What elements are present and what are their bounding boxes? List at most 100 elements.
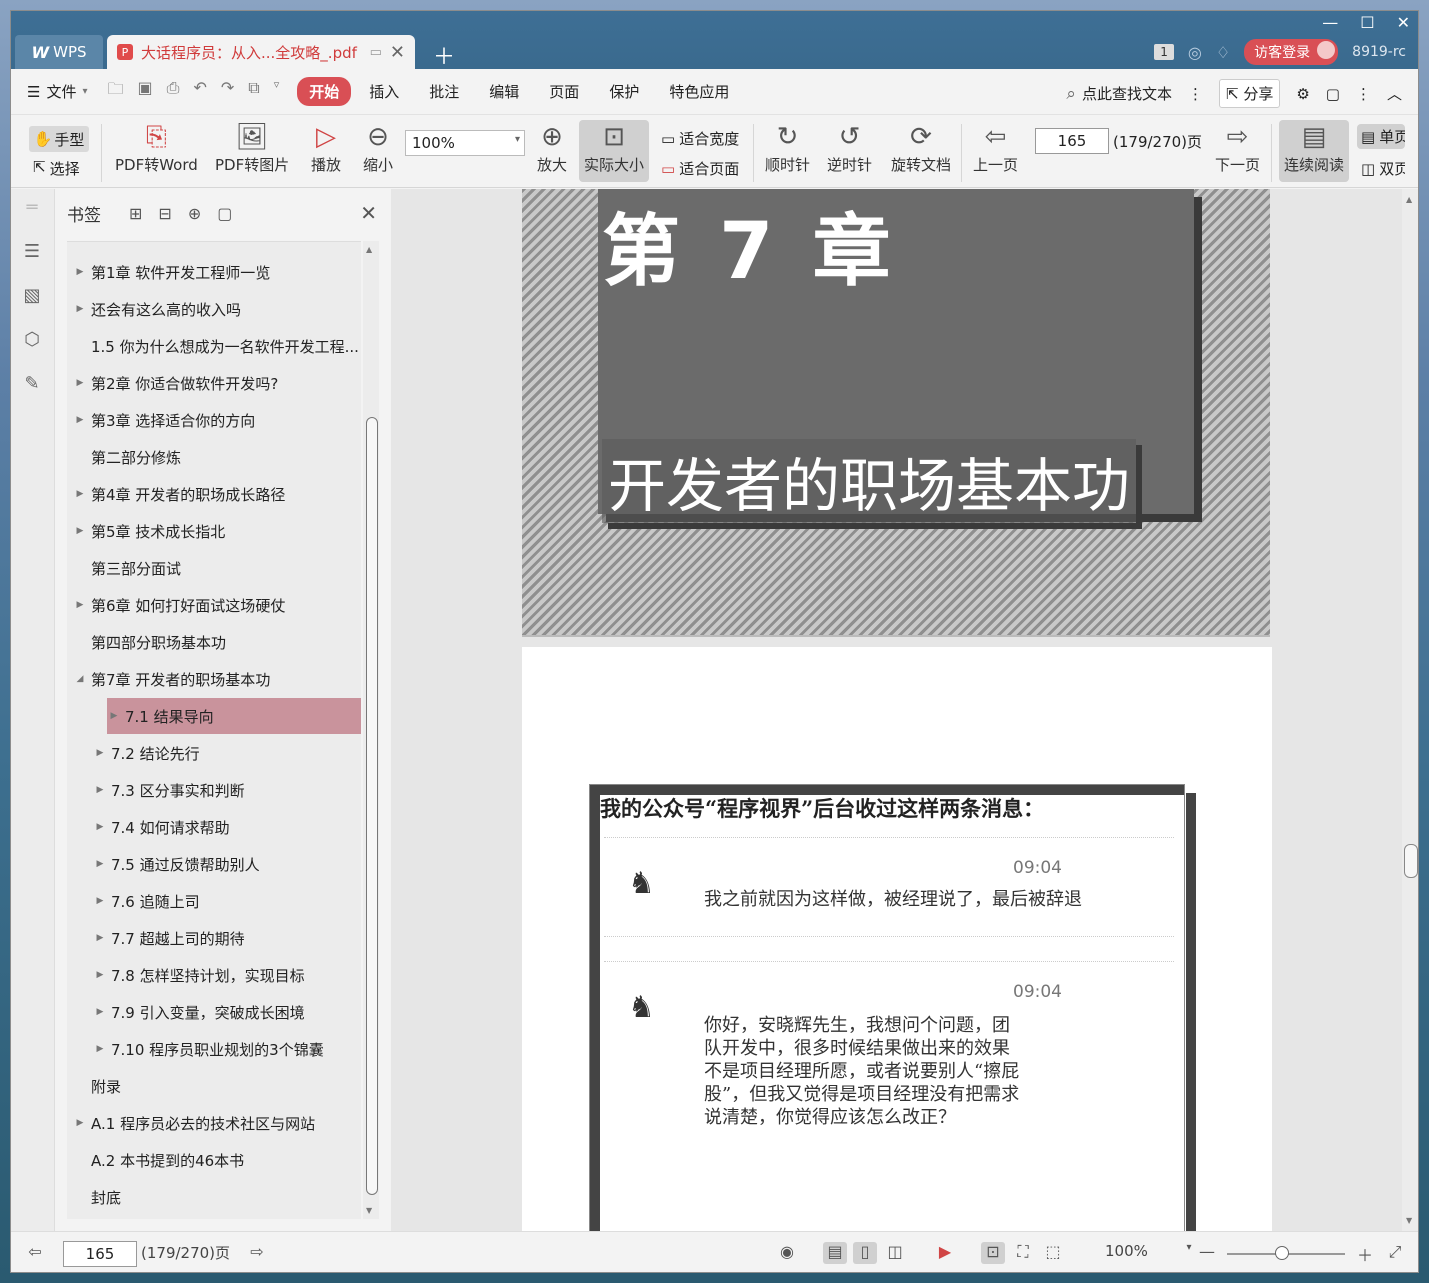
share-button[interactable]: ⇱ 分享 <box>1218 79 1281 108</box>
rotate-document-button[interactable]: ⟳ 旋转文档 <box>891 120 951 175</box>
bookmark-item[interactable]: A.2 本书提到的46本书 <box>67 1142 361 1178</box>
bookmark-item[interactable]: 封底 <box>67 1179 361 1215</box>
zoom-out-button[interactable]: ⊖ 缩小 <box>363 120 393 175</box>
bookmark-item[interactable]: ▶ 7.10 程序员职业规划的3个锦囊 <box>67 1031 361 1067</box>
pdf-to-image-button[interactable]: 🖼 PDF转图片 <box>215 120 289 175</box>
zoom-plus-icon[interactable]: ＋ <box>1353 1242 1377 1265</box>
bookmark-settings-icon[interactable]: ▢ <box>217 204 232 223</box>
bookmark-item[interactable]: 第二部分修炼 <box>67 439 361 475</box>
signature-icon[interactable]: ✎ <box>21 373 43 395</box>
document-scrollbar[interactable]: ▲ ▼ <box>1402 189 1418 1231</box>
actual-size-button[interactable]: ⊡ 实际大小 <box>579 120 649 182</box>
bookmark-scrollbar[interactable]: ▲ ▼ <box>363 241 379 1219</box>
menu-start[interactable]: 开始 <box>297 77 352 106</box>
fit-page-button[interactable]: ▭ 适合页面 <box>661 158 739 179</box>
zoom-in-button[interactable]: ⊕ 放大 <box>537 120 567 175</box>
page-number-input[interactable]: 165 <box>1035 128 1109 154</box>
zoom-slider-knob[interactable] <box>1275 1246 1289 1260</box>
collapsed-triangle-icon[interactable]: ▶ <box>95 1044 105 1054</box>
add-tab-icon[interactable]: ＋ <box>433 39 455 71</box>
status-prev-page-icon[interactable]: ⇦ <box>23 1242 47 1264</box>
visitor-login-button[interactable]: 访客登录 <box>1244 39 1339 65</box>
collapsed-triangle-icon[interactable]: ▶ <box>109 711 119 721</box>
bookmark-item[interactable]: ▶ 7.3 区分事实和判断 <box>67 772 361 808</box>
bookmark-item[interactable]: ▶ 7.5 通过反馈帮助别人 <box>67 846 361 882</box>
collapsed-triangle-icon[interactable]: ▶ <box>75 526 85 536</box>
find-text[interactable]: ⌕ 点此查找文本 <box>1066 83 1172 104</box>
thumbnail-icon[interactable]: ▧ <box>21 285 43 307</box>
single-page-button[interactable]: ▤ 单页 <box>1357 124 1405 149</box>
bookmark-item[interactable]: ▶ 7.6 追随上司 <box>67 883 361 919</box>
bookmark-item[interactable]: ▶ 7.8 怎样坚持计划，实现目标 <box>67 957 361 993</box>
fit-width-icon[interactable]: ⬚ <box>1041 1242 1065 1264</box>
close-panel-icon[interactable]: ✕ <box>360 201 377 225</box>
save-icon[interactable]: ▣ <box>138 78 153 105</box>
bookmark-item[interactable]: 1.5 你为什么想成为一名软件开发工程... <box>67 328 361 364</box>
menu-protect[interactable]: 保护 <box>597 77 651 106</box>
bookmark-item[interactable]: ▶ A.1 程序员必去的技术社区与网站 <box>67 1105 361 1141</box>
hand-tool-button[interactable]: ✋ 手型 <box>29 126 89 152</box>
collapsed-triangle-icon[interactable]: ▶ <box>75 600 85 610</box>
status-next-page-icon[interactable]: ⇨ <box>245 1242 269 1264</box>
play-button[interactable]: ▷ 播放 <box>311 120 341 175</box>
collapsed-triangle-icon[interactable]: ▶ <box>75 304 85 314</box>
wps-home-tab[interactable]: W WPS <box>15 35 103 69</box>
undo-icon[interactable]: ↶ <box>193 78 206 105</box>
collapsed-triangle-icon[interactable]: ▶ <box>75 489 85 499</box>
bookmark-item[interactable]: ▶ 第1章 软件开发工程师一览 <box>67 254 361 290</box>
collapsed-triangle-icon[interactable]: ▶ <box>75 1118 85 1128</box>
collapsed-triangle-icon[interactable]: ▶ <box>95 970 105 980</box>
collapsed-triangle-icon[interactable]: ▶ <box>95 859 105 869</box>
next-page-button[interactable]: ⇨ 下一页 <box>1215 120 1260 175</box>
collapsed-triangle-icon[interactable]: ▶ <box>75 415 85 425</box>
eye-protect-icon[interactable]: ◉ <box>775 1242 799 1264</box>
bookmark-item[interactable]: ▶ 第6章 如何打好面试这场硬仗 <box>67 587 361 623</box>
menu-annotate[interactable]: 批注 <box>417 77 471 106</box>
redo-icon[interactable]: ↷ <box>221 78 234 105</box>
window-count-badge[interactable]: 1 <box>1154 44 1174 60</box>
bookmark-item[interactable]: ▶ 7.4 如何请求帮助 <box>67 809 361 845</box>
bookmark-item[interactable]: 附录 <box>67 1068 361 1104</box>
clockwise-button[interactable]: ↻ 顺时针 <box>765 120 810 175</box>
expanded-triangle-icon[interactable]: ◢ <box>75 674 85 684</box>
collapsed-triangle-icon[interactable]: ▶ <box>95 748 105 758</box>
add-bookmark-icon[interactable]: ⊕ <box>188 204 201 223</box>
counterclockwise-button[interactable]: ↺ 逆时针 <box>827 120 872 175</box>
gear-icon[interactable]: ⚙ <box>1296 85 1309 103</box>
document-tab[interactable]: P 大话程序员：从入...全攻略_.pdf ▭ ✕ <box>107 35 415 69</box>
slideshow-icon[interactable]: ▶ <box>933 1242 957 1264</box>
single-view-icon[interactable]: ▯ <box>853 1242 877 1264</box>
select-tool-button[interactable]: ⇱ 选择 <box>33 158 80 179</box>
skin-icon[interactable]: ◎ <box>1188 43 1202 62</box>
collapse-ribbon-icon[interactable]: ︿ <box>1387 83 1402 104</box>
prev-page-button[interactable]: ⇦ 上一页 <box>973 120 1018 175</box>
bookmark-item[interactable]: ▶ 7.9 引入变量，突破成长困境 <box>67 994 361 1030</box>
export-icon[interactable]: ⧉ <box>248 78 259 105</box>
continuous-view-icon[interactable]: ▤ <box>823 1242 847 1264</box>
bookmark-scroll-thumb[interactable] <box>366 417 378 1195</box>
fullscreen-icon[interactable]: ⤢ <box>1383 1242 1407 1264</box>
overflow-icon[interactable]: ⋮ <box>1356 85 1371 103</box>
doc-scroll-down-icon[interactable]: ▼ <box>1406 1216 1412 1225</box>
pdf-to-word-button[interactable]: ⎘ PDF转Word <box>115 120 198 175</box>
document-scroll-thumb[interactable] <box>1404 844 1418 878</box>
status-zoom-value[interactable]: 100% <box>1105 1242 1148 1260</box>
menu-page[interactable]: 页面 <box>537 77 591 106</box>
scroll-down-icon[interactable]: ▼ <box>366 1206 372 1215</box>
bookmark-item[interactable]: ▶ 第4章 开发者的职场成长路径 <box>67 476 361 512</box>
bookmark-item[interactable]: ▶ 第3章 选择适合你的方向 <box>67 402 361 438</box>
bookmark-item[interactable]: ▶ 第5章 技术成长指北 <box>67 513 361 549</box>
open-folder-icon[interactable]: 🗀 <box>108 78 124 105</box>
more-chevron-icon[interactable]: ▿ <box>274 78 280 105</box>
zoom-select[interactable]: 100% <box>405 130 525 156</box>
collapsed-triangle-icon[interactable]: ▶ <box>75 267 85 277</box>
zoom-slider[interactable] <box>1227 1246 1345 1260</box>
menu-special[interactable]: 特色应用 <box>657 77 741 106</box>
actual-size-icon[interactable]: ⊡ <box>981 1242 1005 1264</box>
stamp-icon[interactable]: ⬡ <box>21 329 43 351</box>
bookmark-item[interactable]: 第四部分职场基本功 <box>67 624 361 660</box>
status-page-input[interactable]: 165 <box>63 1241 137 1267</box>
more-icon[interactable]: ⋮ <box>1188 85 1203 103</box>
collapsed-triangle-icon[interactable]: ▶ <box>95 896 105 906</box>
bookmark-item[interactable]: ▶ 7.2 结论先行 <box>67 735 361 771</box>
